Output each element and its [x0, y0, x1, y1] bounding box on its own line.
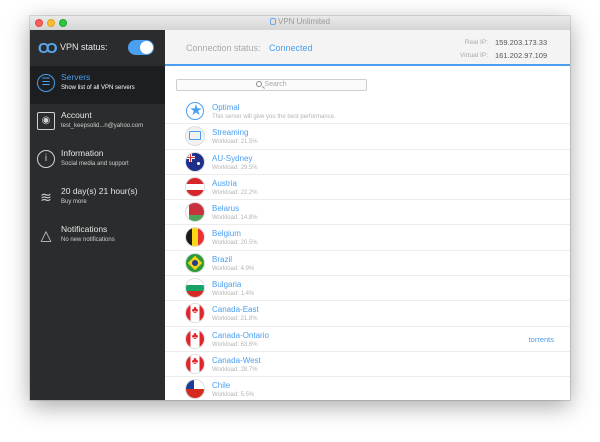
server-row-optimal[interactable]: ★ Optimal This server will give you the …: [165, 99, 570, 125]
window-title: VPN Unlimited: [30, 17, 570, 26]
server-workload: Workload: 28.7%: [212, 366, 258, 373]
server-row-belgium[interactable]: Belgium Workload: 20.5%: [165, 225, 570, 251]
belarus-flag-icon: [186, 203, 204, 222]
server-workload: Workload: 1.4%: [212, 291, 255, 298]
streaming-icon: [186, 127, 204, 146]
canada-flag-icon: ♣: [186, 329, 204, 348]
sidebar-item-subtitle: Show list of all VPN servers: [61, 85, 135, 91]
australia-flag-icon: [186, 152, 204, 171]
brazil-flag-icon: [186, 253, 204, 272]
server-row-canada-ontario[interactable]: ♣ Canada-Ontario Workload: 63.6% torrent…: [165, 327, 570, 352]
coins-icon: ≋: [40, 189, 52, 205]
server-row-bulgaria[interactable]: Bulgaria Workload: 1.4%: [165, 276, 570, 302]
sidebar-item-subtitle: Buy more: [61, 199, 87, 205]
server-name: Belgium: [212, 229, 241, 239]
connection-bar: Connection status: Connected Real IP: 15…: [165, 30, 570, 66]
vpn-status-bar: CO VPN status:: [30, 30, 165, 66]
server-row-austria[interactable]: Austria Workload: 22.2%: [165, 175, 570, 201]
server-name: Canada-West: [212, 355, 261, 365]
account-icon: ◉: [37, 112, 55, 130]
server-workload: Workload: 5.5%: [212, 392, 255, 399]
chile-flag-icon: [186, 380, 204, 399]
sidebar-item-title: Servers: [61, 72, 91, 82]
vpn-status-label: VPN status:: [60, 42, 108, 52]
sidebar-item-information[interactable]: i Information Social media and support: [30, 142, 165, 180]
server-name: Optimal: [212, 103, 240, 112]
server-name: Bulgaria: [212, 280, 242, 290]
server-workload: Workload: 63.6%: [212, 341, 258, 348]
server-workload: Workload: 21.8%: [212, 316, 258, 323]
sidebar-item-subtitle: No new notifications: [61, 237, 115, 243]
server-workload: Workload: 20.5%: [212, 240, 258, 247]
server-name: Belarus: [212, 204, 240, 214]
sidebar-item-title: Notifications: [61, 224, 108, 234]
info-icon: i: [37, 150, 55, 168]
connection-status-value: Connected: [269, 43, 313, 53]
server-subtitle: This server will give you the best perfo…: [212, 114, 336, 120]
vpn-toggle[interactable]: [128, 40, 154, 55]
server-workload: Workload: 29.5%: [212, 164, 258, 171]
server-row-belarus[interactable]: Belarus Workload: 14.8%: [165, 200, 570, 226]
search-placeholder: Search: [264, 81, 287, 88]
vpn-logo-icon: CO: [38, 40, 57, 57]
sidebar-item-subtitle: Social media and support: [61, 161, 129, 167]
servers-panel: Search ★ Optimal This server will give y…: [165, 66, 570, 400]
server-row-chile[interactable]: Chile Workload: 5.5%: [165, 377, 570, 400]
server-name: Streaming: [212, 128, 249, 138]
sidebar-item-title: Account: [61, 110, 92, 120]
server-name: Chile: [212, 381, 231, 391]
server-row-canada-west[interactable]: ♣ Canada-West Workload: 28.7%: [165, 352, 570, 378]
sidebar-item-account[interactable]: ◉ Account test_keepsolid...n@yahoo.com: [30, 104, 165, 142]
server-row-canada-east[interactable]: ♣ Canada-East Workload: 21.8%: [165, 301, 570, 327]
virtual-ip-value: 161.202.97.109: [495, 51, 548, 60]
canada-flag-icon: ♣: [186, 354, 204, 373]
sidebar-item-title: Information: [61, 148, 104, 158]
server-name: Canada-Ontario: [212, 330, 269, 340]
server-list: ★ Optimal This server will give you the …: [165, 99, 570, 400]
sidebar-item-subscription[interactable]: ≋ 20 day(s) 21 hour(s) Buy more: [30, 180, 165, 218]
list-icon: ☰: [37, 74, 55, 92]
server-row-streaming[interactable]: Streaming Workload: 21.5%: [165, 124, 570, 150]
belgium-flag-icon: [186, 228, 204, 247]
toggle-knob: [140, 41, 153, 54]
server-name: AU-Sydney: [212, 153, 253, 163]
sidebar-item-title: 20 day(s) 21 hour(s): [61, 186, 138, 196]
connection-status-label: Connection status:: [186, 43, 261, 53]
virtual-ip-label: Virtual IP:: [459, 52, 488, 59]
real-ip-value: 159.203.173.33: [495, 38, 548, 47]
server-row-brazil[interactable]: Brazil Workload: 4.9%: [165, 251, 570, 277]
austria-flag-icon: [186, 177, 204, 196]
app-icon: [269, 18, 276, 25]
sidebar-item-servers[interactable]: ☰ Servers Show list of all VPN servers: [30, 66, 165, 104]
server-workload: Workload: 21.5%: [212, 139, 258, 146]
sidebar-item-subtitle: test_keepsolid...n@yahoo.com: [61, 123, 144, 129]
sidebar: CO VPN status: ☰ Servers Show list of al…: [30, 30, 165, 400]
sidebar-item-notifications[interactable]: △ Notifications No new notifications: [30, 218, 165, 256]
server-workload: Workload: 22.2%: [212, 189, 258, 196]
app-window: VPN Unlimited CO VPN status: ☰ Servers S…: [30, 16, 570, 400]
search-input[interactable]: Search: [176, 79, 367, 91]
title-bar[interactable]: VPN Unlimited: [30, 16, 570, 30]
star-icon: ★: [186, 102, 204, 120]
server-name: Canada-East: [212, 305, 259, 315]
server-workload: Workload: 4.9%: [212, 265, 255, 272]
server-workload: Workload: 14.8%: [212, 215, 258, 222]
search-icon: [256, 81, 263, 87]
canada-flag-icon: ♣: [186, 304, 204, 323]
torrents-tag: torrents: [528, 334, 554, 344]
bell-icon: △: [40, 227, 52, 243]
real-ip-label: Real IP:: [464, 39, 488, 46]
bulgaria-flag-icon: [186, 279, 204, 298]
server-row-au-sydney[interactable]: AU-Sydney Workload: 29.5%: [165, 150, 570, 175]
server-name: Brazil: [212, 254, 233, 264]
server-name: Austria: [212, 178, 237, 188]
